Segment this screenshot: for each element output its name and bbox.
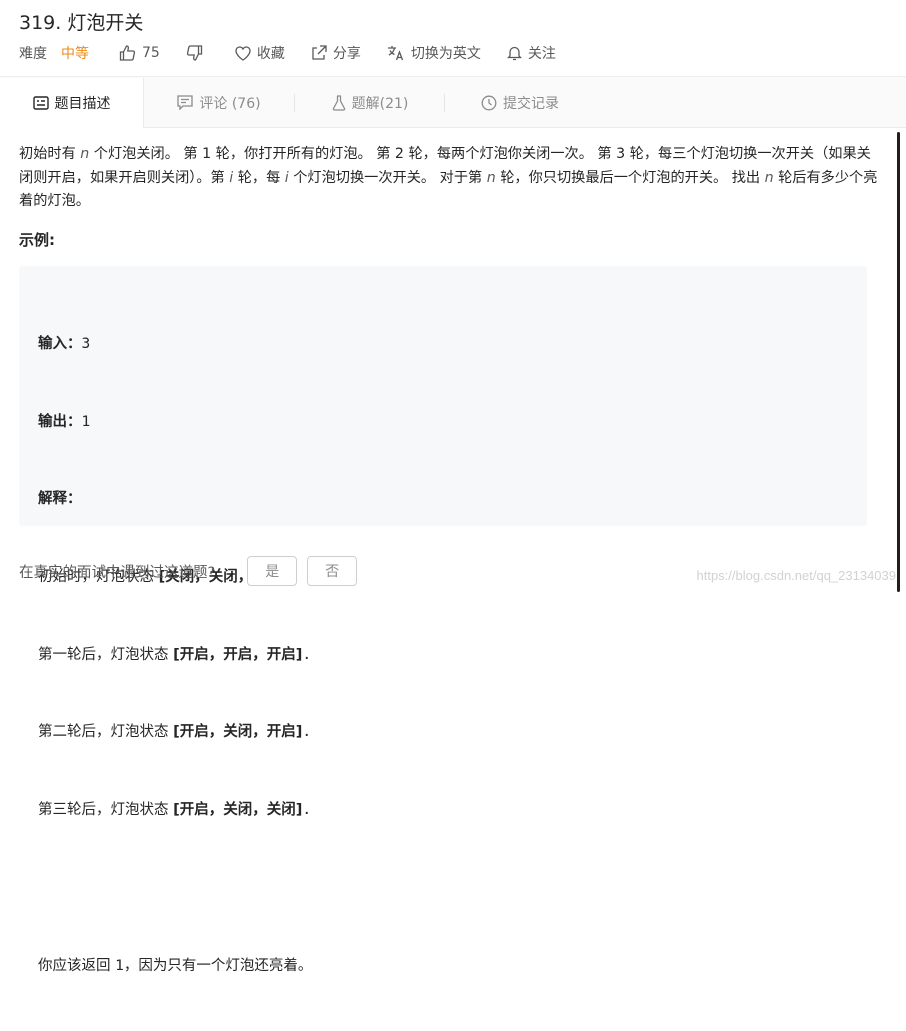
translate-icon — [387, 46, 403, 61]
flask-icon — [332, 94, 345, 111]
state-line-state: [开启，关闭，关闭] — [173, 802, 303, 819]
description-text: 个灯泡切换一次开关。 对于第 — [288, 169, 487, 186]
description-text: 轮，你只切换最后一个灯泡的开关。 找出 — [495, 169, 765, 186]
watermark: https://blog.csdn.net/qq_23134039 — [696, 568, 897, 583]
variable-n: n — [486, 169, 496, 186]
tab-solutions-label: 题解(21) — [351, 95, 409, 112]
conclusion-number: 1 — [115, 957, 124, 974]
conclusion-line: 你应该返回 1，因为只有一个灯泡还亮着。 — [38, 954, 312, 980]
tab-comments-label: 评论 (76) — [199, 95, 261, 112]
output-value: 1 — [81, 413, 91, 430]
switch-language-button[interactable]: 切换为英文 — [387, 43, 481, 63]
scrollbar-thumb[interactable] — [897, 132, 900, 592]
description-text: 轮，每 — [233, 169, 285, 186]
interview-feedback: 在真实的面试中遇到过这道题? 是 否 — [19, 556, 358, 586]
problem-description: 初始时有 n 个灯泡关闭。 第 1 轮，你打开所有的灯泡。 第 2 轮，每两个灯… — [19, 143, 879, 214]
difficulty-label: 难度 — [19, 46, 47, 62]
variable-n: n — [764, 169, 774, 186]
state-line: 第三轮后，灯泡状态 [开启，关闭，关闭]. — [38, 798, 312, 824]
difficulty-value: 中等 — [61, 46, 89, 62]
tab-submissions[interactable]: 提交记录 — [445, 78, 595, 127]
follow-label: 关注 — [527, 46, 556, 62]
yes-button[interactable]: 是 — [247, 556, 298, 586]
dislike-button[interactable] — [186, 45, 209, 61]
description-icon — [32, 96, 49, 110]
state-line-text: 第三轮后，灯泡状态 — [38, 802, 174, 819]
example-output-line: 输出：1 — [38, 410, 312, 436]
tab-description[interactable]: 题目描述 — [0, 78, 144, 128]
switch-language-label: 切换为英文 — [410, 46, 481, 62]
description-paragraph: 初始时有 n 个灯泡关闭。 第 1 轮，你打开所有的灯泡。 第 2 轮，每两个灯… — [19, 143, 879, 214]
conclusion-text: 你应该返回 — [38, 957, 116, 974]
tab-solutions[interactable]: 题解(21) — [295, 78, 445, 127]
state-line-text: 第一轮后，灯泡状态 — [38, 646, 174, 663]
variable-n: n — [80, 146, 90, 162]
interview-question: 在真实的面试中遇到过这道题? — [19, 564, 216, 581]
tab-comments[interactable]: 评论 (76) — [144, 78, 294, 127]
like-count: 75 — [142, 45, 160, 61]
clock-icon — [481, 95, 497, 110]
collect-label: 收藏 — [256, 46, 285, 62]
input-value: 3 — [81, 335, 91, 352]
output-label: 输出： — [38, 413, 82, 430]
comment-icon — [177, 95, 194, 110]
state-line: 第二轮后，灯泡状态 [开启，关闭，开启]. — [38, 720, 312, 746]
thumbs-down-icon — [186, 45, 202, 61]
tab-description-label: 题目描述 — [54, 96, 111, 112]
share-label: 分享 — [332, 46, 361, 62]
example-block: 输入：3 输出：1 解释： 初始时，灯泡状态 [关闭，关闭，关闭]. 第一轮后，… — [19, 266, 867, 974]
example-input-line: 输入：3 — [38, 332, 312, 358]
heart-icon — [235, 45, 251, 61]
follow-button[interactable]: 关注 — [506, 43, 556, 63]
collect-button[interactable]: 收藏 — [235, 43, 285, 63]
input-label: 输入： — [38, 335, 82, 352]
example-explain-line: 解释： — [38, 487, 312, 513]
state-line-state: [开启，关闭，开启] — [173, 724, 303, 741]
example-heading: 示例: — [19, 231, 55, 249]
problem-title: 319. 灯泡开关 — [19, 12, 144, 34]
share-icon — [312, 45, 327, 60]
description-text: 初始时有 — [19, 146, 81, 162]
conclusion-text: ，因为只有一个灯泡还亮着。 — [123, 957, 313, 974]
state-line-end: . — [302, 646, 312, 663]
state-line-end: . — [302, 802, 312, 819]
state-line: 第一轮后，灯泡状态 [开启，开启，开启]. — [38, 643, 312, 669]
explain-label: 解释： — [38, 491, 82, 508]
state-line-end: . — [302, 724, 312, 741]
state-line-state: [开启，开启，开启] — [173, 646, 303, 663]
thumbs-up-icon — [119, 45, 136, 61]
no-button[interactable]: 否 — [307, 556, 358, 586]
problem-meta-bar: 难度 中等 75 收藏 分享 切换为英文 关注 — [19, 43, 582, 63]
share-button[interactable]: 分享 — [311, 43, 361, 63]
bell-icon — [506, 46, 522, 61]
tab-submissions-label: 提交记录 — [503, 95, 559, 112]
state-line-text: 第二轮后，灯泡状态 — [38, 724, 174, 741]
like-button[interactable]: 75 — [119, 45, 160, 61]
tab-bar: 题目描述 评论 (76) 题解(21) 提交记录 — [0, 78, 906, 128]
